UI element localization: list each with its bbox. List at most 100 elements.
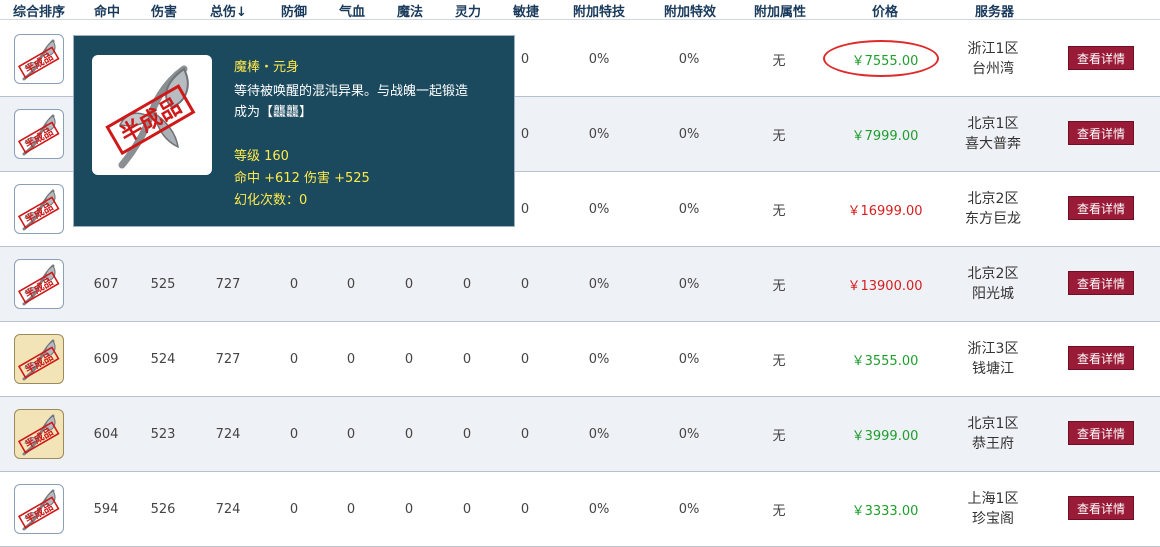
- view-details-button[interactable]: 查看详情: [1068, 196, 1134, 220]
- cell-extra-attr: 无: [772, 203, 786, 219]
- server-region: 北京2区: [967, 266, 1019, 282]
- col-extra-skill[interactable]: 附加特技: [573, 1, 625, 20]
- wand-icon: 半成品: [17, 339, 60, 381]
- item-thumbnail[interactable]: 半成品: [14, 409, 64, 459]
- cell-extra-skill: 0%: [588, 501, 610, 517]
- cell-extra-effect: 0%: [678, 501, 700, 517]
- server-region: 北京1区: [967, 416, 1019, 432]
- cell-extra-skill: 0%: [588, 51, 610, 67]
- table-row[interactable]: 半成品 607 525 727 0 0 0 0 0 0% 0% 无 ￥13900.00 北京2区 阳光城 查看…: [0, 247, 1160, 322]
- view-details-button[interactable]: 查看详情: [1068, 271, 1134, 295]
- table-row[interactable]: 半成品 609 524 727 0 0 0 0 0 0% 0% 无 ￥3555.00 浙江3区 钱塘江 查看详…: [0, 322, 1160, 397]
- cell-damage: 525: [150, 276, 176, 292]
- item-thumbnail[interactable]: 半成品: [14, 259, 64, 309]
- col-damage[interactable]: 伤害: [151, 1, 177, 20]
- col-extra-attr[interactable]: 附加属性: [754, 1, 806, 20]
- item-thumbnail[interactable]: 半成品: [14, 484, 64, 534]
- cell-price: ￥7555.00: [851, 53, 919, 69]
- cell-extra-attr: 无: [772, 353, 786, 369]
- cell-server: 北京1区恭王府: [943, 397, 1043, 471]
- tooltip-stats: 命中 +612 伤害 +525: [234, 171, 370, 186]
- cell-hit: 607: [93, 276, 119, 292]
- cell-defense: 0: [289, 426, 299, 442]
- cell-spirit: 0: [462, 426, 472, 442]
- table-row[interactable]: 半成品 604 523 724 0 0 0 0 0 0% 0% 无 ￥3999.00 北京1区 恭王府 查看详…: [0, 397, 1160, 472]
- cell-agility: 0: [520, 501, 530, 517]
- cell-hp: 0: [346, 276, 356, 292]
- server-region: 浙江3区: [967, 341, 1019, 357]
- col-overall-rank[interactable]: 综合排序: [13, 1, 65, 20]
- col-spirit[interactable]: 灵力: [455, 1, 481, 20]
- server-region: 浙江1区: [967, 41, 1019, 57]
- cell-total-damage: 727: [215, 276, 241, 292]
- cell-price: ￥13900.00: [847, 278, 923, 294]
- wand-icon: 半成品: [17, 39, 60, 81]
- col-price[interactable]: 价格: [872, 1, 898, 20]
- view-details-button[interactable]: 查看详情: [1068, 421, 1134, 445]
- cell-defense: 0: [289, 501, 299, 517]
- cell-extra-skill: 0%: [588, 126, 610, 142]
- wand-icon: 半成品: [17, 264, 60, 306]
- cell-spirit: 0: [462, 351, 472, 367]
- tooltip-item-name: 魔棒・元身: [234, 60, 300, 75]
- cell-damage: 526: [150, 501, 176, 517]
- cell-price: ￥7999.00: [851, 128, 919, 144]
- col-extra-effect[interactable]: 附加特效: [664, 1, 716, 20]
- cell-mp: 0: [404, 351, 414, 367]
- view-details-button[interactable]: 查看详情: [1068, 46, 1134, 70]
- cell-extra-attr: 无: [772, 53, 786, 69]
- item-thumbnail[interactable]: 半成品: [14, 109, 64, 159]
- tooltip-level: 等级 160: [234, 149, 289, 164]
- cell-damage: 523: [150, 426, 176, 442]
- cell-damage: 524: [150, 351, 176, 367]
- cell-server: 上海1区珍宝阁: [943, 472, 1043, 546]
- table-header: 综合排序 命中 伤害 总伤↓ 防御 气血 魔法 灵力 敏捷 附加特技 附加特效 …: [0, 0, 1160, 20]
- tooltip-desc-line2: 成为【龘龘】: [234, 105, 313, 120]
- wand-icon: 半成品: [105, 65, 196, 169]
- col-total-damage[interactable]: 总伤↓: [210, 1, 247, 20]
- cell-price: ￥3333.00: [851, 503, 919, 519]
- view-details-button[interactable]: 查看详情: [1068, 121, 1134, 145]
- view-details-button[interactable]: 查看详情: [1068, 496, 1134, 520]
- stamp-text: 半成品: [23, 425, 55, 451]
- cell-extra-effect: 0%: [678, 351, 700, 367]
- tooltip-transform-count: 幻化次数：0: [234, 193, 308, 208]
- server-name: 阳光城: [972, 286, 1014, 302]
- wand-icon: 半成品: [17, 489, 60, 531]
- cell-hit: 609: [93, 351, 119, 367]
- cell-extra-attr: 无: [772, 128, 786, 144]
- cell-hp: 0: [346, 501, 356, 517]
- server-region: 北京1区: [967, 116, 1019, 132]
- server-name: 东方巨龙: [965, 211, 1021, 227]
- cell-mp: 0: [404, 276, 414, 292]
- cell-server: 北京1区喜大普奔: [943, 97, 1043, 171]
- item-thumbnail[interactable]: 半成品: [14, 184, 64, 234]
- cell-extra-attr: 无: [772, 428, 786, 444]
- cell-price: ￥16999.00: [847, 203, 923, 219]
- cell-extra-skill: 0%: [588, 201, 610, 217]
- table-row[interactable]: 半成品 594 526 724 0 0 0 0 0 0% 0% 无 ￥3333.00 上海1区 珍宝阁 查看详…: [0, 472, 1160, 547]
- cell-defense: 0: [289, 351, 299, 367]
- col-defense[interactable]: 防御: [281, 1, 307, 20]
- item-thumbnail[interactable]: 半成品: [14, 34, 64, 84]
- col-agility[interactable]: 敏捷: [513, 1, 539, 20]
- cell-server: 北京2区阳光城: [943, 247, 1043, 321]
- view-details-button[interactable]: 查看详情: [1068, 346, 1134, 370]
- cell-total-damage: 727: [215, 351, 241, 367]
- server-name: 台州湾: [972, 61, 1014, 77]
- server-region: 上海1区: [967, 491, 1019, 507]
- cell-extra-effect: 0%: [678, 276, 700, 292]
- col-hit[interactable]: 命中: [94, 1, 120, 20]
- server-name: 喜大普奔: [965, 136, 1021, 152]
- cell-hp: 0: [346, 351, 356, 367]
- server-name: 珍宝阁: [972, 511, 1014, 527]
- col-server: 服务器: [975, 5, 1015, 20]
- col-mp[interactable]: 魔法: [397, 1, 423, 20]
- cell-extra-attr: 无: [772, 278, 786, 294]
- item-thumbnail[interactable]: 半成品: [14, 334, 64, 384]
- server-name: 恭王府: [972, 436, 1014, 452]
- col-hp[interactable]: 气血: [339, 1, 365, 20]
- cell-extra-effect: 0%: [678, 201, 700, 217]
- tooltip-item-image: 半成品: [92, 55, 212, 175]
- wand-icon: 半成品: [17, 114, 60, 156]
